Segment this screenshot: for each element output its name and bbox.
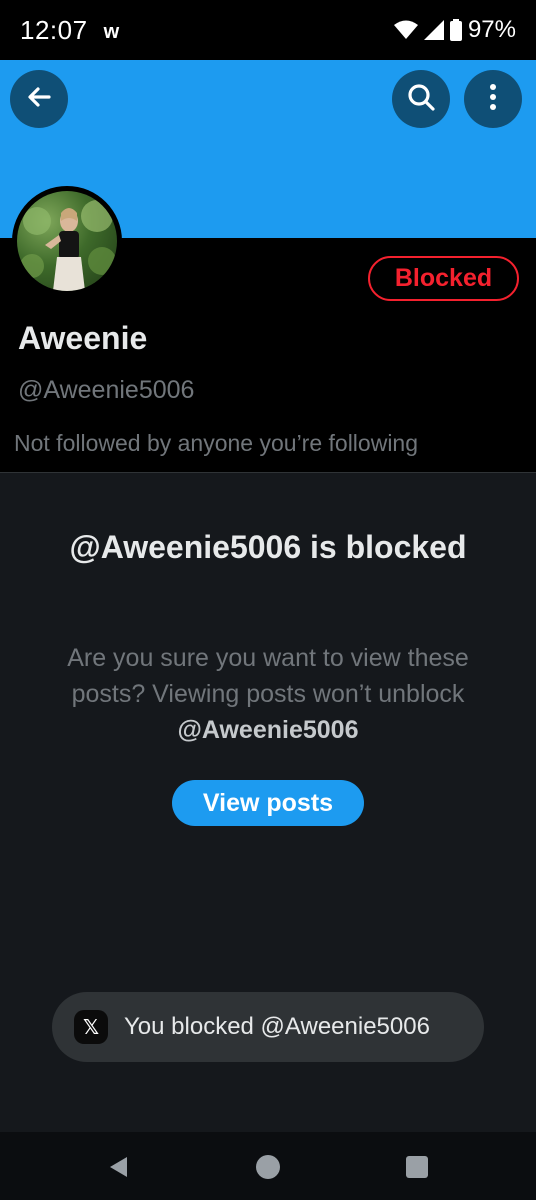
square-recents-icon (406, 1156, 428, 1178)
status-left: 12:07 w (20, 15, 119, 46)
arrow-left-icon (25, 83, 53, 116)
blocked-description: Are you sure you want to view these post… (40, 640, 496, 748)
x-logo-icon: 𝕏 (74, 1010, 108, 1044)
nav-recents-button[interactable] (404, 1154, 430, 1180)
profile-screen: 12:07 w 97% Blocked Aweenie @Aweenie5006… (0, 0, 536, 1200)
battery-percent: 97% (467, 16, 516, 43)
avatar[interactable] (12, 186, 122, 296)
status-right: 97% (393, 16, 516, 44)
display-name: Aweenie (18, 320, 148, 356)
toast: 𝕏 You blocked @Aweenie5006 (52, 992, 484, 1062)
divider (0, 472, 536, 473)
more-options-button[interactable] (464, 70, 522, 128)
nav-back-button[interactable] (106, 1154, 132, 1180)
profile-handle: @Aweenie5006 (18, 376, 195, 404)
back-button[interactable] (10, 70, 68, 128)
search-icon (406, 82, 436, 117)
nav-home-button[interactable] (255, 1154, 281, 1180)
blocked-button[interactable]: Blocked (368, 256, 519, 301)
more-vertical-icon (489, 83, 497, 116)
notification-icon: w (103, 20, 120, 43)
blocked-description-handle: @Aweenie5006 (177, 716, 359, 744)
followed-by-text: Not followed by anyone you’re following (14, 430, 419, 456)
system-nav-bar (0, 1132, 536, 1200)
view-posts-button[interactable]: View posts (172, 780, 364, 826)
blocked-description-text: Are you sure you want to view these post… (67, 644, 469, 708)
blocked-title: @Aweenie5006 is blocked (69, 529, 467, 565)
status-time: 12:07 (20, 14, 88, 45)
triangle-back-icon (110, 1157, 127, 1177)
cell-signal-icon (423, 20, 444, 40)
wifi-icon (393, 20, 418, 40)
battery-icon (449, 19, 462, 41)
status-bar: 12:07 w 97% (0, 0, 536, 60)
toast-message: You blocked @Aweenie5006 (124, 1013, 430, 1040)
search-button[interactable] (392, 70, 450, 128)
circle-home-icon (256, 1155, 280, 1179)
avatar-image (17, 191, 117, 291)
